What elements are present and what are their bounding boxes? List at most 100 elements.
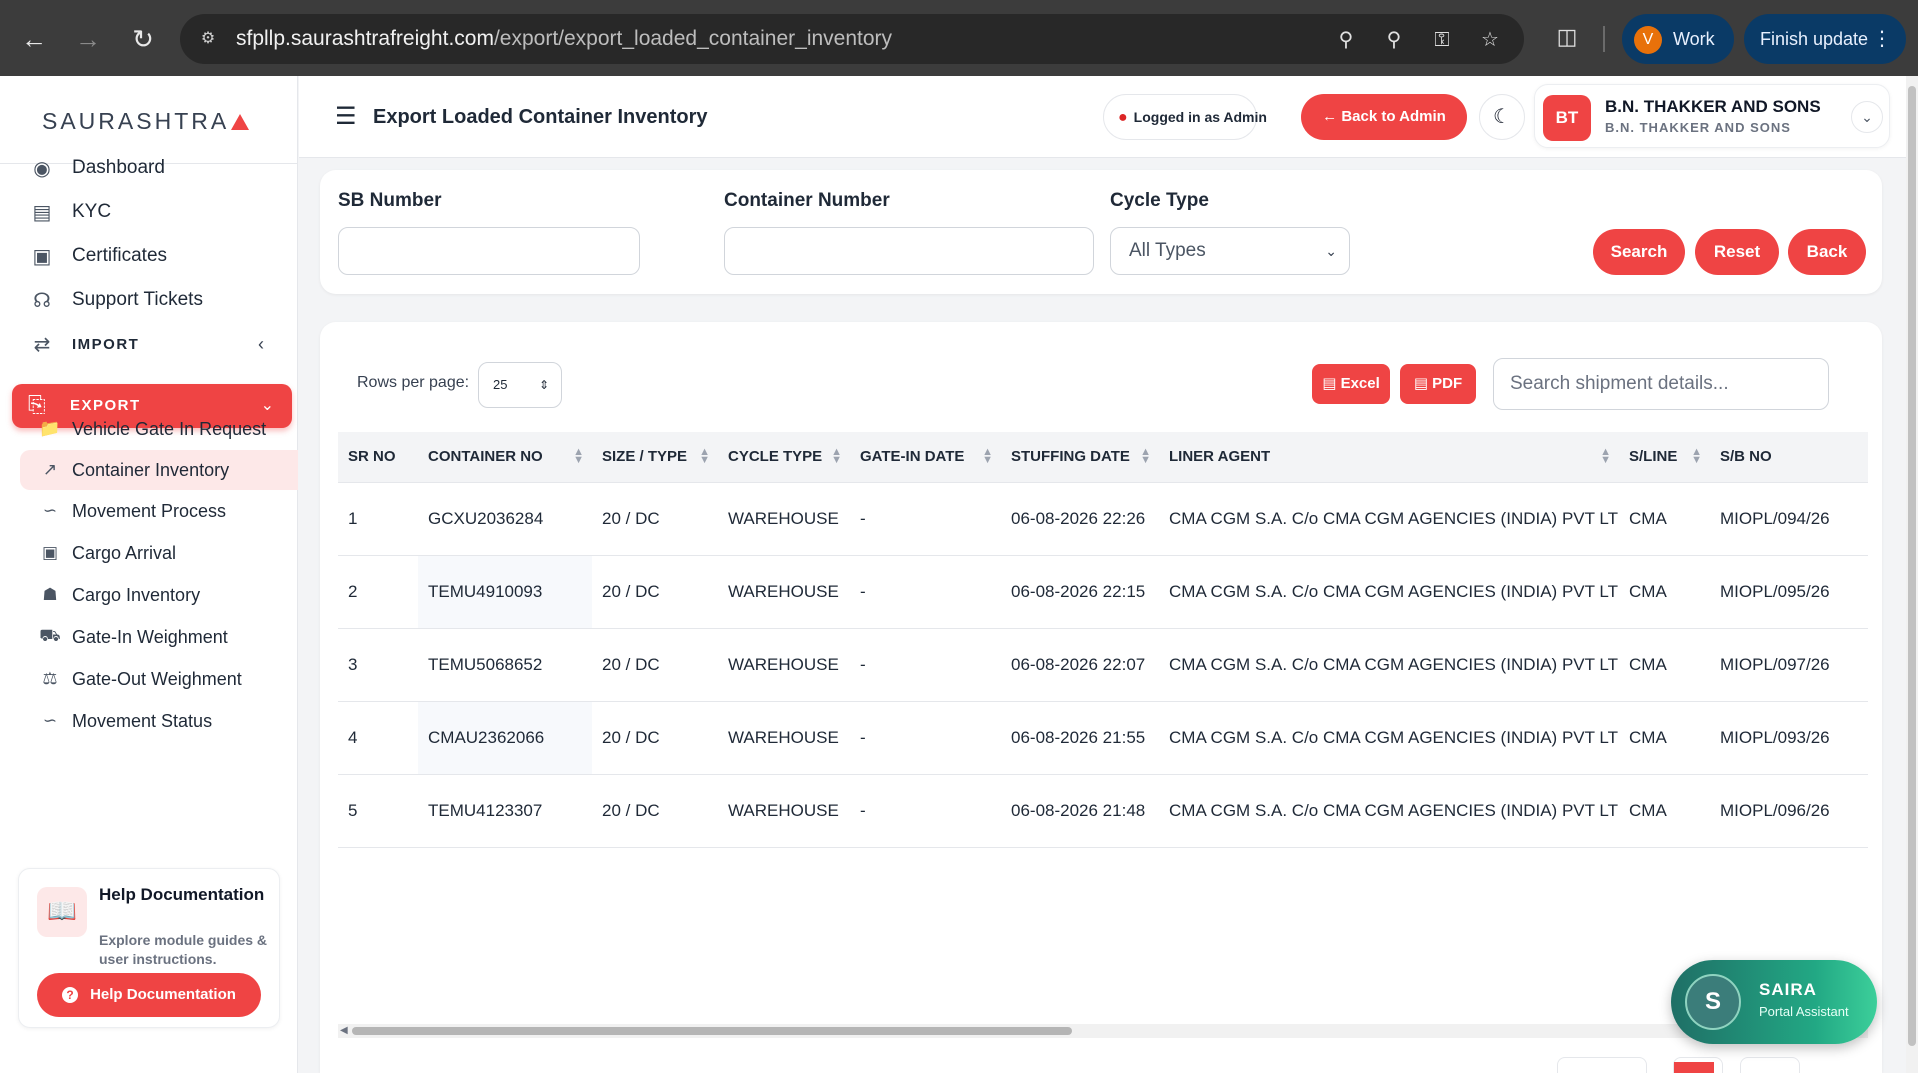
brand-logo[interactable]: SAURASHTRA: [42, 108, 250, 135]
extensions-icon[interactable]: ◫: [1552, 24, 1582, 54]
hamburger-menu-icon[interactable]: ☰: [335, 102, 357, 131]
location-icon[interactable]: ⚲: [1332, 26, 1360, 54]
sidebar-subitem-gate-out-weighment[interactable]: ⚖ Gate-Out Weighment: [38, 662, 241, 696]
column-header-sb-no[interactable]: S/B NO: [1710, 432, 1868, 483]
back-to-admin-button[interactable]: ← Back to Admin: [1301, 94, 1467, 140]
shipment-search-input[interactable]: [1493, 358, 1829, 410]
cell-cycle-type: WAREHOUSE: [718, 701, 850, 775]
table-row[interactable]: 5 TEMU4123307 20 / DC WAREHOUSE -06-08-2026 …: [338, 774, 1868, 848]
sidebar-item-support-tickets[interactable]: ☊ Support Tickets: [28, 280, 203, 320]
sort-icon: ▲ ▼: [699, 446, 710, 466]
horizontal-scrollbar[interactable]: ◀: [338, 1024, 1868, 1038]
cell-gate-in-date: -: [850, 628, 1001, 702]
back-to-admin-label: Back to Admin: [1341, 108, 1446, 125]
sidebar-subitem-vehicle-gate-in-request[interactable]: 📁 Vehicle Gate In Request: [38, 412, 266, 446]
cell-cycle-type: WAREHOUSE: [718, 774, 850, 848]
user-profile-card[interactable]: BT B.N. THAKKER AND SONS B.N. THAKKER AN…: [1534, 84, 1890, 148]
cell-cycle-type: WAREHOUSE: [718, 555, 850, 629]
cell-container-no: TEMU4123307: [418, 774, 592, 848]
page-title: Export Loaded Container Inventory: [373, 106, 708, 128]
scroll-left-arrow-icon[interactable]: ◀: [340, 1024, 348, 1038]
sidebar-item-kyc[interactable]: ▤ KYC: [28, 192, 112, 232]
sidebar-subitem-cargo-arrival[interactable]: ▣ Cargo Arrival: [38, 536, 176, 570]
column-header-sr-no[interactable]: SR NO: [338, 432, 418, 483]
vertical-scrollbar[interactable]: [1906, 76, 1918, 1073]
sidebar-item-certificates[interactable]: ▣ Certificates: [28, 236, 167, 276]
table-row[interactable]: 1 GCXU2036284 20 / DC WAREHOUSE -06-08-2026 …: [338, 482, 1868, 556]
rows-per-page-select[interactable]: 25 ⇕: [478, 362, 562, 408]
cell-gate-in-date: -: [850, 555, 1001, 629]
cycle-type-select[interactable]: All Types ⌄: [1110, 227, 1350, 275]
help-card: 📖 Help Documentation Explore module guid…: [18, 868, 280, 1028]
sidebar-subitem-movement-process[interactable]: ∽ Movement Process: [38, 494, 226, 528]
reload-icon[interactable]: ↻: [126, 22, 160, 56]
horizontal-scroll-thumb[interactable]: [352, 1027, 1072, 1035]
cell-liner-agent: CMA CGM S.A. C/o CMA CGM AGENCIES (INDIA…: [1159, 701, 1619, 775]
table-scroll-area[interactable]: SR NO CONTAINER NO ▲ ▼ SIZE / TYPE ▲ ▼ CYCLE…: [338, 432, 1868, 1026]
profile-label: Work: [1673, 29, 1715, 49]
key-icon[interactable]: ⚿: [1428, 26, 1456, 54]
column-header-stuffing-date[interactable]: STUFFING DATE ▲ ▼: [1001, 432, 1159, 483]
saira-assistant-button[interactable]: S SAIRA Portal Assistant: [1671, 960, 1877, 1044]
table-row[interactable]: 4 CMAU2362066 20 / DC WAREHOUSE -06-08-2026 …: [338, 701, 1868, 775]
vertical-scroll-thumb[interactable]: [1908, 86, 1916, 1046]
sidebar-item-label: Support Tickets: [72, 289, 203, 310]
site-settings-icon[interactable]: ⚙: [196, 27, 220, 51]
back-arrow-icon[interactable]: ←: [17, 22, 51, 56]
forward-arrow-icon[interactable]: →: [71, 22, 105, 56]
export-pdf-button[interactable]: ▤ PDF: [1400, 364, 1476, 404]
reset-button[interactable]: Reset: [1695, 229, 1779, 275]
column-header-container-no[interactable]: CONTAINER NO ▲ ▼: [418, 432, 592, 483]
table-row[interactable]: 3 TEMU5068652 20 / DC WAREHOUSE -06-08-2026 …: [338, 628, 1868, 702]
pagination-current-page[interactable]: [1673, 1057, 1723, 1073]
sidebar-subitem-gate-in-weighment[interactable]: ⛟ Gate-In Weighment: [38, 620, 228, 654]
sidebar-subitem-movement-status[interactable]: ∽ Movement Status: [38, 704, 212, 738]
zoom-icon[interactable]: ⚲: [1380, 26, 1408, 54]
export-excel-button[interactable]: ▤ Excel: [1312, 364, 1390, 404]
route-icon: ∽: [42, 711, 58, 730]
profile-button[interactable]: V Work: [1622, 14, 1734, 64]
cell-size-type: 20 / DC: [592, 555, 718, 629]
user-company: B.N. THAKKER AND SONS: [1605, 120, 1791, 135]
url-text[interactable]: sfpllp.saurashtrafreight.com/export/expo…: [236, 27, 892, 51]
dark-mode-toggle-icon[interactable]: ☾: [1479, 94, 1525, 140]
table-row[interactable]: 2 TEMU4910093 20 / DC WAREHOUSE -06-08-2026 …: [338, 555, 1868, 629]
column-header-size-type[interactable]: SIZE / TYPE ▲ ▼: [592, 432, 718, 483]
help-documentation-button[interactable]: ? Help Documentation: [37, 973, 261, 1017]
container-number-label: Container Number: [724, 190, 890, 211]
box-icon: ▣: [41, 543, 59, 562]
finish-update-button[interactable]: Finish update ⋮: [1744, 14, 1906, 64]
toolbar-divider: [1603, 26, 1605, 52]
address-bar[interactable]: ⚙ sfpllp.saurashtrafreight.com/export/ex…: [180, 14, 1524, 64]
filter-card: SB Number Container Number Cycle Type Al…: [320, 170, 1882, 294]
pagination-next-button[interactable]: [1740, 1057, 1800, 1073]
pdf-label: PDF: [1432, 375, 1463, 392]
arrow-left-icon: ←: [1322, 108, 1342, 125]
star-icon[interactable]: ☆: [1476, 26, 1504, 54]
sidebar-subitem-label: Gate-In Weighment: [72, 626, 228, 647]
cycle-type-value: All Types: [1129, 240, 1206, 261]
sidebar-subitem-cargo-inventory[interactable]: ☗ Cargo Inventory: [38, 578, 200, 612]
sort-icon: ▲ ▼: [573, 446, 584, 466]
cell-sb-no: MIOPL/097/26: [1710, 628, 1868, 702]
current-page-indicator: [1674, 1062, 1714, 1073]
chevron-left-icon[interactable]: ‹: [258, 334, 264, 355]
sidebar-subitem-container-inventory[interactable]: ↗ Container Inventory: [38, 453, 229, 487]
column-header-cycle-type[interactable]: CYCLE TYPE ▲ ▼: [718, 432, 850, 483]
sidebar-item-dashboard[interactable]: ◉ Dashboard: [28, 148, 165, 188]
help-description: Explore module guides & user instruction…: [99, 932, 268, 967]
cell-sb-no: MIOPL/095/26: [1710, 555, 1868, 629]
pagination-prev-button[interactable]: [1557, 1057, 1647, 1073]
search-button[interactable]: Search: [1593, 229, 1685, 275]
column-header-gate-in-date[interactable]: GATE-IN DATE ▲ ▼: [850, 432, 1001, 483]
column-header-s-line[interactable]: S/LINE ▲ ▼: [1619, 432, 1710, 483]
container-number-input[interactable]: [724, 227, 1094, 275]
column-header-liner-agent[interactable]: LINER AGENT ▲ ▼: [1159, 432, 1619, 483]
back-button[interactable]: Back: [1788, 229, 1866, 275]
cell-cycle-type: WAREHOUSE: [718, 482, 850, 556]
sidebar-item-import[interactable]: ⇄ IMPORT: [28, 324, 139, 364]
cell-container-no: GCXU2036284: [418, 482, 592, 556]
chevron-down-icon[interactable]: ⌄: [1851, 101, 1883, 133]
warehouse-icon: ☗: [42, 585, 58, 604]
sb-number-input[interactable]: [338, 227, 640, 275]
